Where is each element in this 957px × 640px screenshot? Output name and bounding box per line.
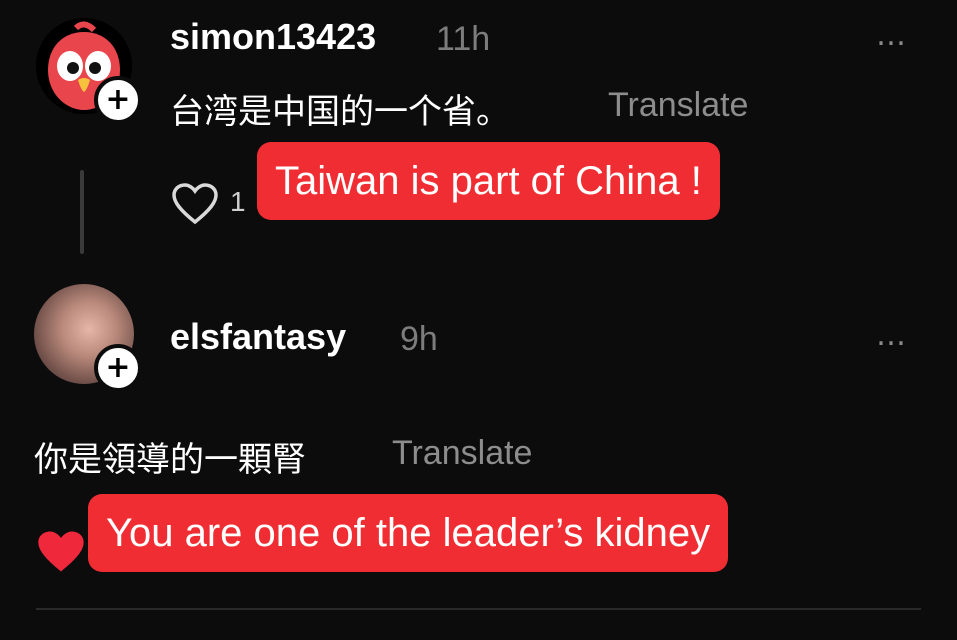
comment-text: 台湾是中国的一个省。 — [170, 92, 510, 132]
comment-text: 你是領導的一顆腎 — [34, 440, 306, 480]
follow-plus-icon[interactable]: + — [94, 344, 142, 392]
thread-line — [80, 170, 84, 254]
username[interactable]: simon13423 — [170, 16, 376, 58]
heart-icon[interactable] — [170, 182, 220, 226]
caption-overlay: You are one of the leader’s kidney — [88, 494, 729, 572]
timestamp: 11h — [436, 20, 491, 58]
more-options-icon[interactable]: … — [876, 318, 908, 353]
heart-filled-icon[interactable] — [34, 528, 88, 576]
like-count: 1 — [230, 186, 246, 217]
translate-link[interactable]: Translate — [392, 434, 532, 473]
translate-link[interactable]: Translate — [608, 86, 748, 125]
divider — [36, 608, 921, 610]
timestamp: 9h — [400, 320, 438, 358]
caption-overlay: Taiwan is part of China ! — [257, 142, 720, 220]
more-options-icon[interactable]: … — [876, 18, 908, 53]
username[interactable]: elsfantasy — [170, 316, 346, 358]
follow-plus-icon[interactable]: + — [94, 76, 142, 124]
